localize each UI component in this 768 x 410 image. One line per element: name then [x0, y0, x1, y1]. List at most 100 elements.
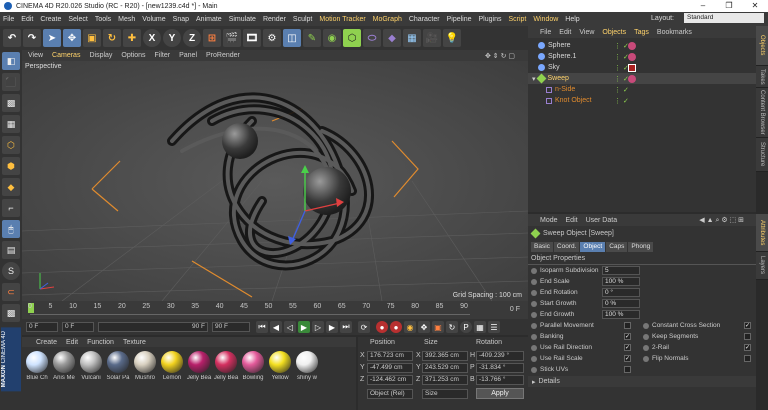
rotation-b-field[interactable]: -13.766 ° [476, 375, 524, 385]
undo-icon[interactable]: ↶ [3, 29, 21, 47]
banking-checkbox[interactable]: ✓ [624, 333, 631, 340]
obj-menu-file[interactable]: File [540, 29, 551, 36]
attr-tab-object[interactable]: Object [580, 242, 606, 252]
points-mode-icon[interactable]: ⬡ [2, 136, 20, 154]
menu-help[interactable]: Help [565, 16, 579, 23]
key-position-icon[interactable]: ✥ [418, 321, 430, 333]
visibility-check-icon[interactable]: ⋮ ✓ [614, 97, 629, 105]
coord-mode-select[interactable]: Object (Rel) [367, 389, 413, 399]
flip-normals-checkbox[interactable] [744, 355, 751, 362]
sky-tag-icon[interactable] [628, 63, 636, 72]
vp-menu-display[interactable]: Display [89, 52, 112, 59]
mat-menu-texture[interactable]: Texture [123, 339, 146, 346]
visibility-check-icon[interactable]: ⋮ ✓ [614, 53, 629, 61]
workplane-icon[interactable]: ▦ [2, 115, 20, 133]
end-growth-field[interactable]: 100 % [602, 310, 640, 319]
viewport[interactable]: Perspective Grid Spacing : 100 cm [22, 61, 528, 301]
coord-size-select[interactable]: Size [422, 389, 468, 399]
mat-menu-function[interactable]: Function [87, 339, 114, 346]
obj-menu-edit[interactable]: Edit [559, 29, 571, 36]
z-axis-button[interactable]: Z [183, 29, 201, 47]
menu-motion-tracker[interactable]: Motion Tracker [319, 16, 365, 23]
object-row-knot-object[interactable]: Knot Object ⋮ ✓ [528, 95, 756, 106]
current-frame-field[interactable]: 0 F [26, 322, 58, 332]
next-key-icon[interactable]: ▶ [326, 321, 338, 333]
menu-create[interactable]: Create [40, 16, 61, 23]
attr-nav-icons[interactable]: ◀ ▲ ⌕ ⚙ ⬚ ⊞ [699, 216, 744, 225]
end-frame-field[interactable]: 90 F [212, 322, 250, 332]
prev-key-icon[interactable]: ◀ [270, 321, 282, 333]
object-row-sphere[interactable]: Sphere ⋮ ✓ [528, 40, 756, 51]
material-swatch[interactable]: Vulcani [78, 351, 104, 381]
array-generator-icon[interactable]: ⬡ [343, 29, 361, 47]
visibility-check-icon[interactable]: ⋮ ✓ [614, 64, 629, 72]
polygons-mode-icon[interactable]: ◆ [2, 178, 20, 196]
make-editable-icon[interactable]: ◧ [2, 52, 20, 70]
animate-dot-icon[interactable] [531, 278, 537, 285]
layout-dropdown[interactable]: Standard [684, 13, 764, 23]
scale-tool-icon[interactable]: ▣ [83, 29, 101, 47]
prev-frame-icon[interactable]: ◁ [284, 321, 296, 333]
obj-menu-bookmarks[interactable]: Bookmarks [657, 29, 692, 36]
attr-tab-caps[interactable]: Caps [606, 242, 628, 252]
obj-menu-view[interactable]: View [579, 29, 594, 36]
size-x-field[interactable]: 392.365 cm [422, 351, 468, 361]
material-swatch[interactable]: Jelly Bea [186, 351, 212, 381]
vp-menu-cameras[interactable]: Cameras [52, 52, 80, 59]
material-swatch[interactable]: Anis Me [51, 351, 77, 381]
record-keys-icon[interactable]: ● [376, 321, 388, 333]
expand-arrow-icon[interactable]: ▸ [532, 378, 536, 386]
animate-dot-icon[interactable] [531, 344, 537, 351]
menu-window[interactable]: Window [533, 16, 558, 23]
camera-icon[interactable]: 🎥 [423, 29, 441, 47]
object-row-sky[interactable]: Sky ⋮ ✓ [528, 62, 756, 73]
menu-snap[interactable]: Snap [173, 16, 189, 23]
stick-uvs-checkbox[interactable] [624, 366, 631, 373]
snapping-icon[interactable]: S [2, 262, 20, 280]
apply-button[interactable]: Apply [476, 388, 524, 399]
collapse-arrow-icon[interactable]: ▾ [532, 75, 536, 83]
menu-file[interactable]: File [3, 16, 14, 23]
start-growth-field[interactable]: 0 % [602, 299, 640, 308]
animate-dot-icon[interactable] [643, 355, 649, 362]
visibility-check-icon[interactable]: ⋮ ✓ [614, 86, 629, 94]
enable-axis-icon[interactable]: ⌐ [2, 199, 20, 217]
x-axis-button[interactable]: X [143, 29, 161, 47]
attr-menu-user-data[interactable]: User Data [586, 217, 618, 224]
use-rail-scale-checkbox[interactable]: ✓ [624, 355, 631, 362]
animate-dot-icon[interactable] [531, 311, 537, 318]
key-parameter-icon[interactable]: P [460, 321, 472, 333]
position-z-field[interactable]: -124.462 cm [367, 375, 413, 385]
start-frame-field[interactable]: 0 F [62, 322, 94, 332]
constant-cross-section-checkbox[interactable]: ✓ [744, 322, 751, 329]
menu-script[interactable]: Script [508, 16, 526, 23]
menu-render[interactable]: Render [263, 16, 286, 23]
attr-tab-basic[interactable]: Basic [531, 242, 553, 252]
frame-range-field[interactable]: 90 F [98, 322, 208, 332]
render-view-icon[interactable]: 🎬 [223, 29, 241, 47]
menu-tools[interactable]: Tools [95, 16, 111, 23]
minimize-button[interactable]: – [690, 0, 716, 12]
loop-icon[interactable]: ⟳ [358, 321, 370, 333]
key-pla-icon[interactable]: ▦ [474, 321, 486, 333]
select-arrow-icon[interactable]: ➤ [43, 29, 61, 47]
object-row-sweep[interactable]: ▾ Sweep ⋮ ✓ [528, 73, 756, 84]
edges-mode-icon[interactable]: ⬢ [2, 157, 20, 175]
animate-dot-icon[interactable] [643, 333, 649, 340]
vp-menu-options[interactable]: Options [121, 52, 145, 59]
rotation-p-field[interactable]: -31.834 ° [476, 363, 524, 373]
menu-plugins[interactable]: Plugins [479, 16, 502, 23]
close-button[interactable]: ✕ [742, 0, 768, 12]
side-tab-structure[interactable]: Structure [756, 138, 768, 172]
cube-object-icon[interactable]: ◫ [283, 29, 301, 47]
key-scale-icon[interactable]: ▣ [432, 321, 444, 333]
menu-character[interactable]: Character [409, 16, 440, 23]
coordinate-system-icon[interactable]: ⊞ [203, 29, 221, 47]
floor-scene-icon[interactable]: ▦ [403, 29, 421, 47]
attr-tab-coord[interactable]: Coord. [553, 242, 580, 252]
animate-dot-icon[interactable] [643, 322, 649, 329]
move-tool-icon[interactable]: ✥ [63, 29, 81, 47]
obj-menu-tags[interactable]: Tags [634, 29, 649, 36]
menu-edit[interactable]: Edit [21, 16, 33, 23]
keep-segments-checkbox[interactable] [744, 333, 751, 340]
